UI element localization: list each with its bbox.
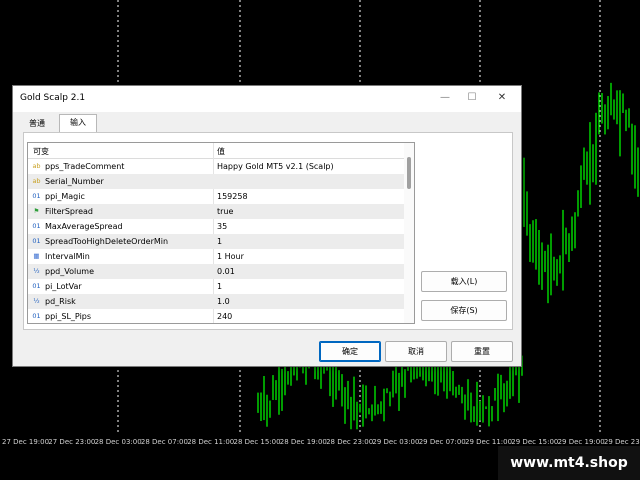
parameter-name: pd_Risk [45, 297, 76, 306]
scrollbar-thumb[interactable] [407, 157, 411, 189]
grid-row[interactable]: ⚑ FilterSpread true [28, 204, 404, 219]
time-axis-label: 28 Dec 11:00 [187, 438, 235, 446]
column-header-variable[interactable]: 可变 [33, 146, 49, 157]
parameter-name: pps_TradeComment [45, 162, 125, 171]
grid-row[interactable]: ½ pd_Risk 1.0 [28, 294, 404, 309]
grid-row[interactable]: 01 MaxAverageSpread 35 [28, 219, 404, 234]
grid-row[interactable]: ▦ IntervalMin 1 Hour [28, 249, 404, 264]
time-axis-label: 28 Dec 07:00 [140, 438, 188, 446]
time-axis-label: 29 Dec 19:00 [557, 438, 605, 446]
type-icon: 01 [32, 192, 41, 200]
save-button[interactable]: 保存(S) [421, 300, 507, 321]
tab-general[interactable]: 普通 [23, 116, 51, 132]
minimize-button[interactable]: — [438, 91, 452, 105]
time-axis-label: 29 Dec 23:00 [603, 438, 640, 446]
inputs-grid[interactable]: 可变 值 ab pps_TradeComment Happy Gold MT5 v2… [27, 142, 415, 324]
type-icon: ▦ [33, 252, 40, 260]
type-icon: ½ [33, 297, 40, 305]
parameter-name: IntervalMin [45, 252, 90, 261]
parameter-name: MaxAverageSpread [45, 222, 123, 231]
parameter-name: SpreadTooHighDeleteOrderMin [45, 237, 169, 246]
time-axis-label: 27 Dec 19:00 [2, 438, 50, 446]
parameter-value[interactable]: 1.0 [217, 297, 230, 306]
reset-button[interactable]: 重置 [451, 341, 513, 362]
watermark: www.mt4.shop [498, 446, 640, 480]
parameter-value[interactable]: 1 Hour [217, 252, 244, 261]
tab-inputs[interactable]: 输入 [59, 114, 97, 133]
type-icon: ab [32, 162, 41, 170]
parameter-value[interactable]: true [217, 207, 233, 216]
time-axis-label: 29 Dec 11:00 [465, 438, 513, 446]
close-button[interactable]: ✕ [495, 91, 509, 105]
ok-button[interactable]: 确定 [319, 341, 381, 362]
cancel-button[interactable]: 取消 [385, 341, 447, 362]
type-icon: ab [32, 177, 41, 185]
time-axis-label: 29 Dec 15:00 [511, 438, 559, 446]
parameter-value[interactable]: 35 [217, 222, 227, 231]
time-axis-label: 28 Dec 19:00 [279, 438, 327, 446]
type-icon: ⚑ [33, 207, 40, 215]
type-icon: 01 [32, 237, 41, 245]
grid-row[interactable]: 01 ppi_SL_Pips 240 [28, 309, 404, 323]
time-axis-label: 29 Dec 07:00 [418, 438, 466, 446]
grid-row[interactable]: ½ ppd_Volume 0.01 [28, 264, 404, 279]
time-axis-label: 28 Dec 15:00 [233, 438, 281, 446]
time-axis-label: 27 Dec 23:00 [48, 438, 96, 446]
time-axis-label: 29 Dec 03:00 [372, 438, 420, 446]
column-header-value[interactable]: 值 [217, 146, 225, 157]
parameter-value[interactable]: 1 [217, 237, 222, 246]
parameter-value[interactable]: 0.01 [217, 267, 235, 276]
grid-row[interactable]: ab Serial_Number [28, 174, 404, 189]
parameter-value[interactable]: 1 [217, 282, 222, 291]
dialog-title: Gold Scalp 2.1 [20, 93, 86, 103]
grid-row[interactable]: ab pps_TradeComment Happy Gold MT5 v2.1 (S… [28, 159, 404, 174]
type-icon: 01 [32, 282, 41, 290]
parameter-name: Serial_Number [45, 177, 104, 186]
grid-row[interactable]: 01 ppi_Magic 159258 [28, 189, 404, 204]
parameter-value[interactable]: 240 [217, 312, 232, 321]
type-icon: 01 [32, 222, 41, 230]
parameter-name: pi_LotVar [45, 282, 82, 291]
time-axis-label: 28 Dec 03:00 [94, 438, 142, 446]
grid-row[interactable]: 01 pi_LotVar 1 [28, 279, 404, 294]
parameter-value[interactable]: 159258 [217, 192, 248, 201]
parameter-name: ppi_SL_Pips [45, 312, 92, 321]
parameter-name: FilterSpread [45, 207, 93, 216]
parameter-name: ppi_Magic [45, 192, 85, 201]
parameter-value[interactable]: Happy Gold MT5 v2.1 (Scalp) [217, 162, 334, 171]
type-icon: 01 [32, 312, 41, 320]
time-axis-label: 28 Dec 23:00 [326, 438, 374, 446]
grid-header: 可变 值 [28, 143, 404, 159]
vertical-scrollbar[interactable] [404, 143, 414, 323]
parameter-name: ppd_Volume [45, 267, 94, 276]
maximize-button[interactable]: ☐ [465, 91, 479, 105]
grid-row[interactable]: 01 SpreadTooHighDeleteOrderMin 1 [28, 234, 404, 249]
type-icon: ½ [33, 267, 40, 275]
ea-properties-dialog: Gold Scalp 2.1 — ☐ ✕ 普通 输入 可变 值 ab pps_Tr… [12, 85, 522, 367]
load-button[interactable]: 载入(L) [421, 271, 507, 292]
title-bar: Gold Scalp 2.1 — ☐ ✕ [13, 86, 521, 112]
